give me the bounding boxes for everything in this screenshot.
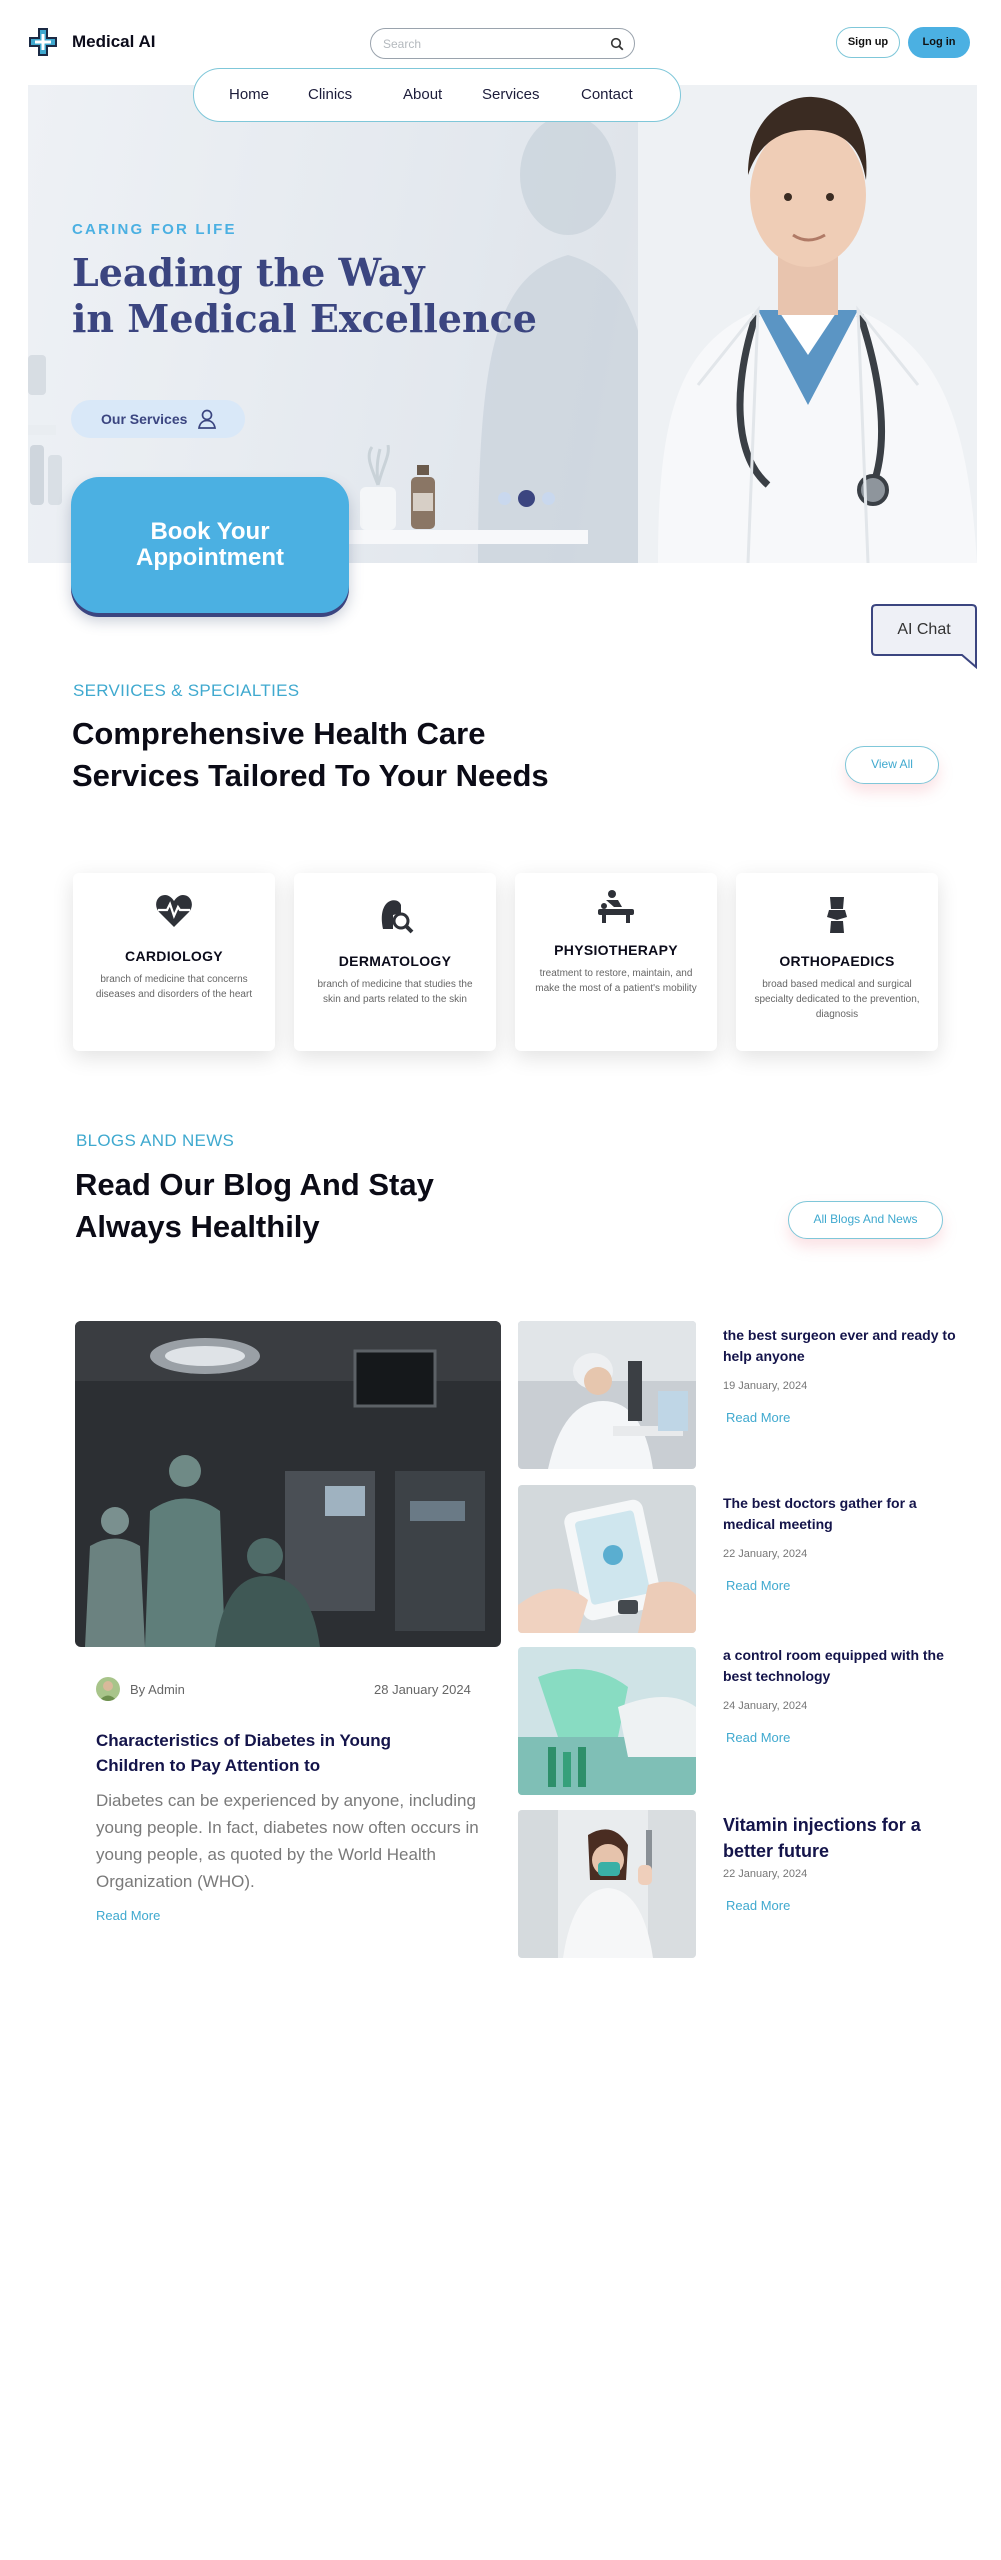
service-card-description: broad based medical and surgical special… — [754, 979, 920, 1020]
hero-headline-line2: in Medical Excellence — [72, 296, 537, 341]
doctor-photo — [638, 85, 977, 563]
user-icon — [196, 408, 218, 430]
service-card-title: CARDIOLOGY — [125, 948, 223, 964]
service-card-dermatology[interactable]: DERMATOLOGY branch of medicine that stud… — [294, 873, 496, 1051]
ai-chat-button[interactable]: AI Chat — [870, 603, 978, 669]
author-avatar — [96, 1677, 120, 1701]
carousel-dot-active[interactable] — [518, 490, 535, 507]
service-card-description: branch of medicine that studies the skin… — [317, 979, 473, 1005]
shelf — [328, 530, 588, 544]
our-services-button[interactable]: Our Services — [71, 400, 245, 438]
medicine-bottle-illustration — [411, 465, 435, 529]
services-title: Comprehensive Health Care Services Tailo… — [72, 713, 549, 797]
ai-chat-label: AI Chat — [897, 621, 951, 638]
service-card-title: DERMATOLOGY — [338, 953, 452, 969]
blog-title-line1: Read Our Blog And Stay — [75, 1167, 434, 1202]
search-bar[interactable] — [370, 28, 635, 59]
featured-post-author: By Admin — [130, 1682, 185, 1697]
service-card-cardiology[interactable]: CARDIOLOGY branch of medicine that conce… — [73, 873, 275, 1051]
physio-massage-icon — [596, 887, 636, 927]
post-read-more-link[interactable]: Read More — [726, 1578, 790, 1593]
service-card-description: treatment to restore, maintain, and make… — [535, 968, 697, 994]
post-title[interactable]: The best doctors gather for a medical me… — [723, 1493, 968, 1535]
post-image-control-room[interactable] — [518, 1647, 696, 1795]
book-line1: Book Your — [150, 518, 270, 545]
service-card-orthopaedics[interactable]: ORTHOPAEDICS broad based medical and sur… — [736, 873, 938, 1051]
view-all-button[interactable]: View All — [845, 746, 939, 784]
featured-post-image[interactable] — [75, 1321, 501, 1647]
nav-services[interactable]: Services — [482, 86, 540, 103]
post-read-more-link[interactable]: Read More — [726, 1730, 790, 1745]
post-date: 22 January, 2024 — [723, 1548, 808, 1560]
skin-magnifier-icon — [375, 895, 415, 935]
service-card-title: ORTHOPAEDICS — [779, 953, 895, 969]
service-card-physiotherapy[interactable]: PHYSIOTHERAPY treatment to restore, main… — [515, 873, 717, 1051]
carousel-dot[interactable] — [498, 492, 511, 505]
featured-post-title[interactable]: Characteristics of Diabetes in Young Chi… — [96, 1728, 426, 1778]
nav-contact[interactable]: Contact — [581, 86, 633, 103]
all-blogs-button[interactable]: All Blogs And News — [788, 1201, 943, 1239]
blog-title: Read Our Blog And Stay Always Healthily — [75, 1164, 434, 1248]
services-eyebrow: SERVIICES & SPECIALTIES — [73, 681, 300, 700]
services-title-line2: Services Tailored To Your Needs — [72, 758, 549, 793]
brand-logo-icon[interactable] — [27, 26, 59, 58]
hero-tagline: CARING FOR LIFE — [72, 221, 237, 238]
featured-read-more-link[interactable]: Read More — [96, 1908, 160, 1923]
nav-clinics[interactable]: Clinics — [308, 86, 352, 103]
post-image-surgeon[interactable] — [518, 1321, 696, 1469]
post-title[interactable]: a control room equipped with the best te… — [723, 1645, 968, 1687]
main-navigation: Home Clinics About Services Contact — [193, 68, 681, 122]
blog-eyebrow: BLOGS AND NEWS — [76, 1131, 235, 1150]
post-image-doctors-meeting[interactable] — [518, 1485, 696, 1633]
knee-joint-icon — [817, 895, 857, 935]
post-title[interactable]: the best surgeon ever and ready to help … — [723, 1325, 968, 1367]
post-image-vitamin-injection[interactable] — [518, 1810, 696, 1958]
hero-headline: Leading the Way in Medical Excellence — [72, 250, 537, 342]
featured-post-date: 28 January 2024 — [374, 1682, 471, 1697]
book-appointment-button[interactable]: Book Your Appointment — [71, 477, 349, 613]
post-read-more-link[interactable]: Read More — [726, 1410, 790, 1425]
post-title[interactable]: Vitamin injections for a better future — [723, 1812, 968, 1864]
blog-title-line2: Always Healthily — [75, 1209, 320, 1244]
hero-headline-line1: Leading the Way — [72, 250, 425, 295]
post-date: 22 January, 2024 — [723, 1868, 808, 1880]
plant-pot-illustration — [360, 445, 396, 530]
heart-pulse-icon — [154, 891, 194, 931]
brand-name[interactable]: Medical AI — [72, 32, 155, 52]
shelf-jars-illustration — [28, 355, 62, 505]
services-title-line1: Comprehensive Health Care — [72, 716, 486, 751]
search-icon[interactable] — [610, 37, 624, 51]
service-card-title: PHYSIOTHERAPY — [554, 942, 678, 958]
post-date: 24 January, 2024 — [723, 1700, 808, 1712]
nav-about[interactable]: About — [403, 86, 442, 103]
book-line2: Appointment — [136, 544, 284, 571]
nav-home[interactable]: Home — [229, 86, 269, 103]
featured-post-excerpt: Diabetes can be experienced by anyone, i… — [96, 1791, 479, 1891]
signup-button[interactable]: Sign up — [836, 27, 900, 58]
post-date: 19 January, 2024 — [723, 1380, 808, 1392]
login-button[interactable]: Log in — [908, 27, 970, 58]
carousel-dot[interactable] — [542, 492, 555, 505]
post-read-more-link[interactable]: Read More — [726, 1898, 790, 1913]
book-appointment-label: Book Your Appointment — [71, 519, 349, 571]
search-input[interactable] — [383, 35, 603, 53]
our-services-label: Our Services — [101, 411, 188, 427]
service-card-description: branch of medicine that concerns disease… — [95, 974, 253, 1000]
